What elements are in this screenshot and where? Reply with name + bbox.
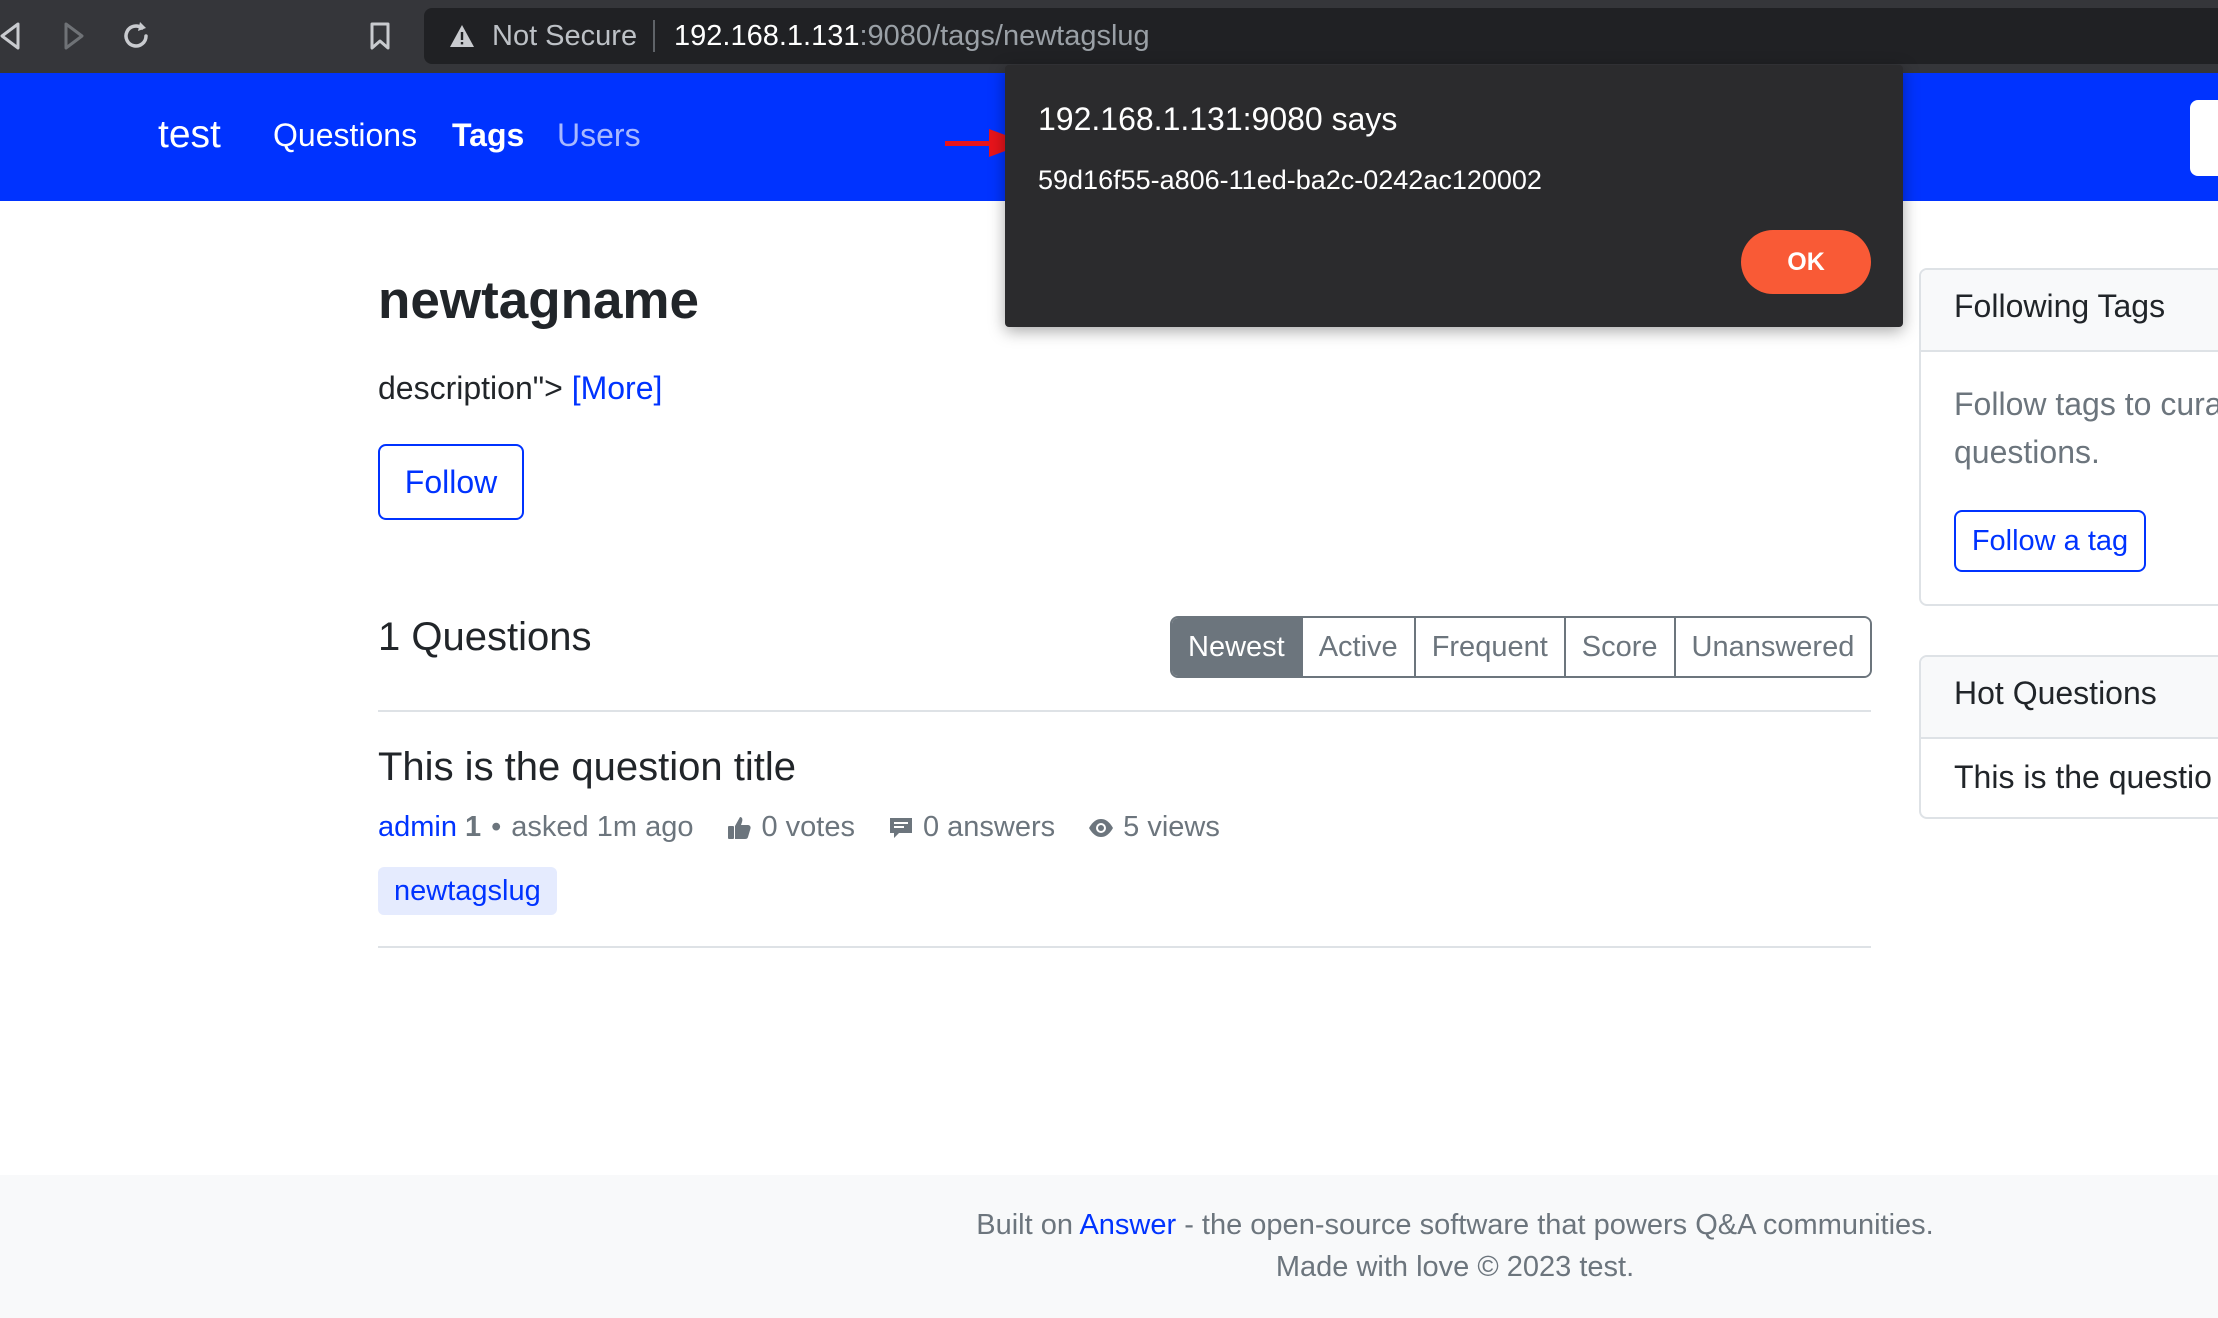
footer-credits: Built on Answer - the open-source softwa… (0, 1209, 2218, 1242)
divider (378, 946, 1871, 948)
ok-button[interactable]: OK (1741, 230, 1871, 294)
following-tags-text-line2: questions. (1954, 434, 2100, 470)
url-divider (653, 20, 655, 52)
meta-separator: • (491, 811, 502, 843)
sort-unanswered[interactable]: Unanswered (1673, 618, 1871, 676)
tag-description-text: description"> (378, 370, 563, 406)
question-tag[interactable]: newtagslug (378, 867, 557, 915)
site-brand[interactable]: test (158, 113, 221, 157)
reload-icon[interactable] (118, 18, 154, 54)
following-tags-title: Following Tags (1954, 288, 2166, 324)
bookmark-icon[interactable] (362, 18, 398, 54)
back-icon[interactable] (0, 18, 30, 54)
views-stat: 5 views (1087, 811, 1220, 844)
questions-count: 1 Questions (378, 615, 592, 659)
sort-frequent[interactable]: Frequent (1413, 618, 1564, 676)
browser-toolbar: Not Secure 192.168.1.131:9080/tags/newta… (0, 0, 2218, 73)
address-bar[interactable]: Not Secure 192.168.1.131:9080/tags/newta… (424, 8, 2218, 64)
answers-stat: 0 answers (887, 811, 1055, 844)
following-tags-card: Following Tags Follow tags to cura quest… (1919, 268, 2218, 606)
follow-a-tag-button[interactable]: Follow a tag (1954, 510, 2146, 572)
answers-count: 0 answers (922, 811, 1056, 843)
card-header: Hot Questions (1921, 657, 2218, 739)
card-header: Following Tags (1921, 270, 2218, 352)
sort-active[interactable]: Active (1300, 618, 1414, 676)
nav-questions[interactable]: Questions (273, 117, 417, 154)
thumb-up-icon (725, 814, 753, 842)
footer-suffix: - the open-source software that powers Q… (1184, 1209, 1934, 1241)
footer-prefix: Built on (976, 1209, 1073, 1241)
url-host: 192.168.1.131 (674, 20, 860, 52)
following-tags-text: Follow tags to cura questions. (1954, 380, 2218, 476)
alert-dialog: 192.168.1.131:9080 says 59d16f55-a806-11… (1005, 65, 1903, 327)
hot-questions-title: Hot Questions (1954, 675, 2157, 711)
author-reputation: 1 (465, 811, 482, 843)
sort-score[interactable]: Score (1563, 618, 1674, 676)
security-label: Not Secure (492, 20, 638, 52)
url-text: 192.168.1.131:9080/tags/newtagslug (674, 20, 1150, 53)
more-link[interactable]: [More] (572, 370, 663, 406)
url-path: :9080/tags/newtagslug (859, 20, 1150, 52)
question-asked-time: asked 1m ago (511, 811, 694, 843)
nav-tags[interactable]: Tags (452, 117, 524, 154)
question-title[interactable]: This is the question title (378, 745, 796, 790)
question-author[interactable]: admin (378, 811, 457, 844)
votes-count: 0 votes (761, 811, 855, 843)
divider (378, 710, 1871, 712)
sort-tabs: Newest Active Frequent Score Unanswered (1170, 616, 1873, 678)
alert-title: 192.168.1.131:9080 says (1038, 101, 1398, 137)
following-tags-text-line1: Follow tags to cura (1954, 386, 2218, 422)
votes-stat: 0 votes (725, 811, 855, 844)
forward-icon[interactable] (56, 18, 92, 54)
eye-icon (1087, 814, 1115, 842)
chat-bubble-icon (887, 814, 915, 842)
alert-message: 59d16f55-a806-11ed-ba2c-0242ac120002 (1038, 165, 1542, 195)
warning-icon (448, 22, 476, 50)
footer-copyright: Made with love © 2023 test. (1275, 1251, 1635, 1283)
follow-button[interactable]: Follow (378, 444, 524, 520)
question-meta: admin 1 • asked 1m ago 0 votes 0 answers… (378, 811, 1252, 844)
sort-newest[interactable]: Newest (1172, 618, 1301, 676)
answer-link[interactable]: Answer (1079, 1209, 1176, 1241)
hot-questions-card: Hot Questions This is the questio (1919, 655, 2218, 819)
tag-description: description"> [More] (378, 370, 662, 407)
tag-title: newtagname (378, 271, 700, 330)
nav-users[interactable]: Users (557, 117, 641, 154)
views-count: 5 views (1123, 811, 1220, 843)
navbar-right-button[interactable] (2190, 100, 2218, 176)
hot-question-link[interactable]: This is the questio (1954, 759, 2212, 796)
site-footer: Built on Answer - the open-source softwa… (0, 1175, 2218, 1318)
